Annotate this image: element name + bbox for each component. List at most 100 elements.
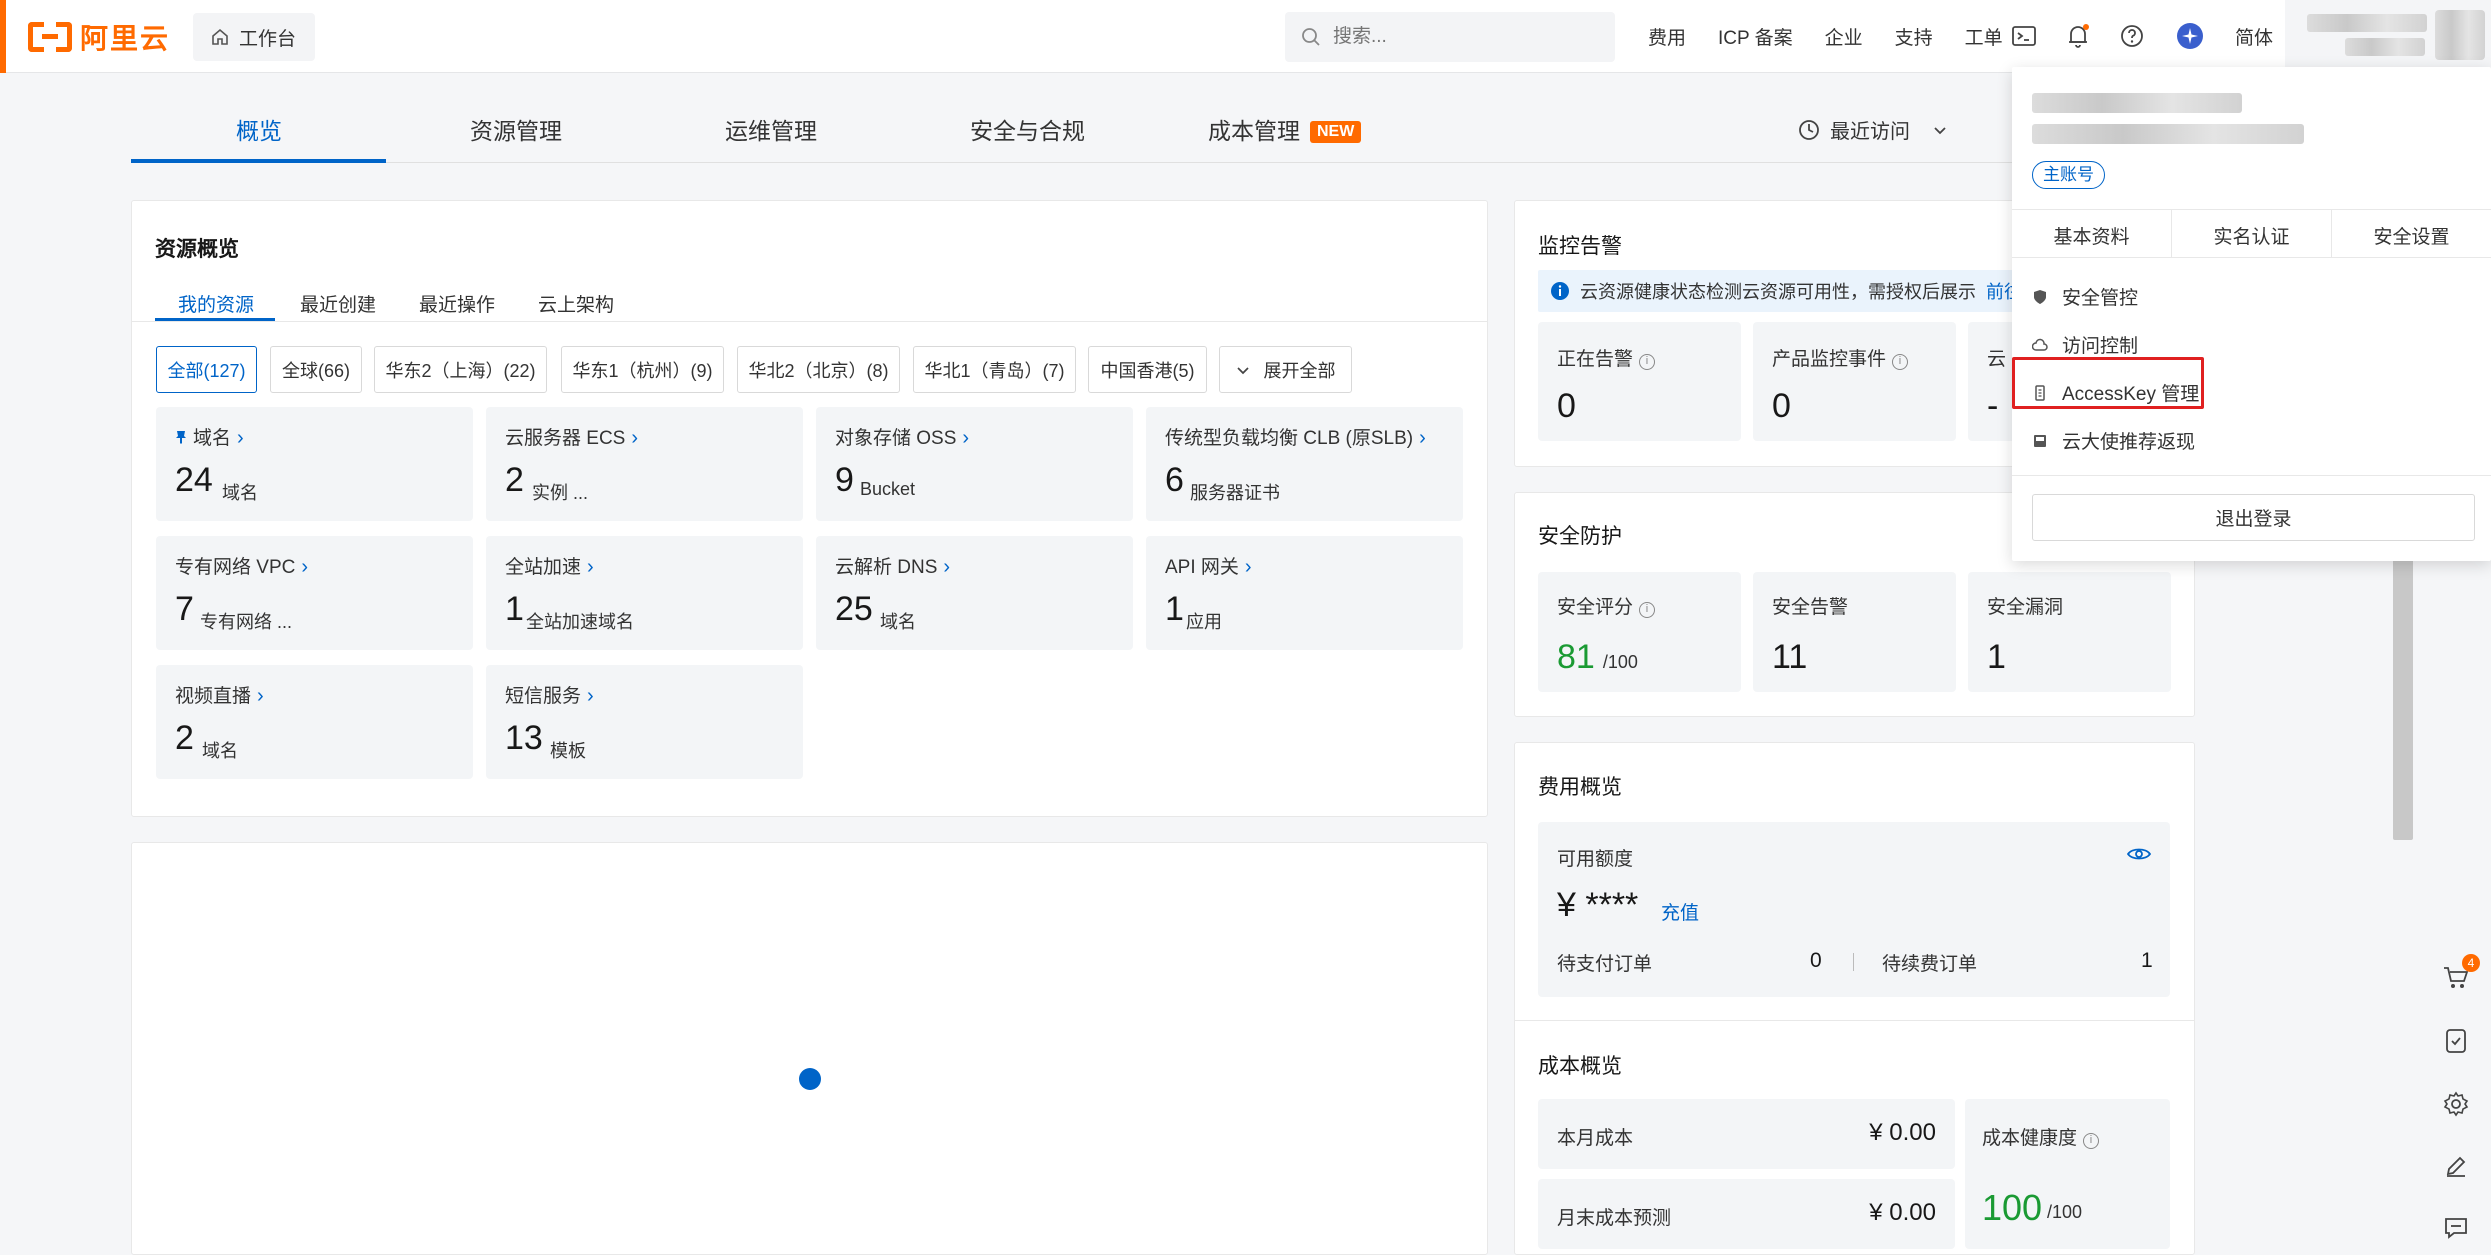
language-switch[interactable]: 简体 [2235,23,2273,50]
metric-active-alarms[interactable]: 正在告警 i 0 [1538,322,1741,441]
resource-tile-live[interactable]: 视频直播 › 2 域名 [156,665,473,779]
metric-value: - [1987,387,1999,425]
link-ticket[interactable]: 工单 [1965,23,2003,50]
info-icon: i [1892,354,1909,370]
notice-text: 云资源健康状态检测云资源可用性，需授权后展示 [1580,282,1976,302]
vuln-label: 安全漏洞 [1987,597,2064,618]
subtab-recent-created[interactable]: 最近创建 [300,290,376,317]
tab-overview[interactable]: 概览 [236,112,282,146]
pending-pay-count: 0 [1810,949,1822,972]
active-tab-indicator [131,159,386,163]
tile-label: 传统型负载均衡 CLB (原SLB) [1165,428,1414,449]
menu-item-access-control[interactable]: 访问控制 [2032,331,2138,358]
tile-label: 短信服务 [505,686,582,707]
region-filter-hongkong[interactable]: 中国香港(5) [1088,346,1207,393]
aliyun-logo-icon [28,22,72,52]
tab-resource-management[interactable]: 资源管理 [470,112,562,146]
metric-product-events[interactable]: 产品监控事件 i 0 [1753,322,1956,441]
link-billing[interactable]: 费用 [1648,23,1686,50]
expand-all-label: 展开全部 [1263,360,1336,381]
tile-label: API 网关 [1165,557,1239,578]
resource-tile-dcdn[interactable]: 全站加速 › 1 全站加速域名 [486,536,803,650]
security-vuln-tile[interactable]: 安全漏洞 1 [1968,572,2171,692]
page-scrollbar[interactable] [2393,550,2413,840]
cost-health-max: /100 [2047,1202,2083,1222]
terminal-icon[interactable] [2010,22,2038,50]
settings-gear-icon[interactable] [2440,1088,2472,1120]
user-account-area[interactable] [2285,0,2491,73]
info-icon [1551,282,1569,300]
dropdown-divider [2012,475,2491,476]
score-max: /100 [1602,652,1638,672]
security-alerts-tile[interactable]: 安全告警 11 [1753,572,1956,692]
forecast-cost-tile[interactable]: 月末成本预测 ¥ 0.00 [1538,1179,1955,1249]
recharge-link[interactable]: 充值 [1661,898,1699,925]
eye-icon[interactable] [2127,846,2151,862]
tile-unit: 实例 ... [532,483,589,503]
pin-icon [176,431,186,444]
menu-item-security-control[interactable]: 安全管控 [2032,283,2138,310]
subtab-my-resources[interactable]: 我的资源 [178,290,254,317]
logout-button[interactable]: 退出登录 [2032,494,2475,541]
month-cost-label: 本月成本 [1557,1128,1634,1149]
subtab-recent-operations[interactable]: 最近操作 [419,290,495,317]
subtab-cloud-architecture[interactable]: 云上架构 [538,290,614,317]
month-cost-value: ¥ 0.00 [1869,1119,1936,1146]
region-filter-global[interactable]: 全球(66) [270,346,362,393]
region-filter-all[interactable]: 全部(127) [156,346,257,393]
recent-visit-dropdown[interactable]: 最近访问 [1798,115,1948,144]
region-filter-hangzhou[interactable]: 华东1（杭州）(9) [561,346,724,393]
resource-tile-sms[interactable]: 短信服务 › 13 模板 [486,665,803,779]
resource-tile-oss[interactable]: 对象存储 OSS › 9 Bucket [816,407,1133,521]
pending-pay-label[interactable]: 待支付订单 [1557,949,1652,976]
aliyun-logo[interactable]: 阿里云 [28,18,170,56]
notification-bell-icon[interactable] [2064,22,2092,50]
help-icon[interactable] [2118,22,2146,50]
app-icon[interactable] [2440,1025,2472,1057]
feedback-icon[interactable] [2440,1212,2472,1244]
resource-tile-api-gateway[interactable]: API 网关 › 1 应用 [1146,536,1463,650]
menu-item-referral[interactable]: 云大使推荐返现 [2032,427,2195,454]
account-dropdown-menu: 主账号 基本资料 实名认证 安全设置 安全管控 访问控制 AccessKey 管… [2012,67,2491,561]
cost-health-label: 成本健康度 i [1982,1123,2100,1150]
dropdown-tab-realname[interactable]: 实名认证 [2172,213,2331,257]
edit-icon[interactable] [2440,1150,2472,1182]
cart-icon[interactable]: 4 [2440,954,2480,994]
region-filter-beijing[interactable]: 华北2（北京）(8) [737,346,900,393]
available-value: ¥ **** [1557,886,1639,924]
chevron-right-icon: › [301,556,309,578]
pending-renew-label[interactable]: 待续费订单 [1882,949,1977,976]
tab-security-compliance[interactable]: 安全与合规 [970,112,1085,146]
region-filter-qingdao[interactable]: 华北1（青岛）(7) [913,346,1076,393]
link-support[interactable]: 支持 [1895,23,1933,50]
resource-tile-vpc[interactable]: 专有网络 VPC › 7 专有网络 ... [156,536,473,650]
billing-title: 费用概览 [1538,776,1622,799]
accesskey-highlight-box [2012,357,2204,409]
cost-health-tile[interactable]: 成本健康度 i 100 /100 [1965,1099,2170,1249]
tab-cost-management[interactable]: 成本管理 NEW [1208,112,1362,146]
security-score-tile[interactable]: 安全评分 i 81/100 [1538,572,1741,692]
search-box[interactable] [1285,12,1615,62]
link-icp[interactable]: ICP 备案 [1718,23,1793,50]
expand-all-button[interactable]: 展开全部 [1219,346,1352,393]
chevron-right-icon: › [631,427,639,449]
redacted-account-id [2032,124,2304,144]
search-input[interactable] [1333,26,1593,48]
tile-label: 云服务器 ECS [505,428,626,449]
tab-operations[interactable]: 运维管理 [725,112,817,146]
tab-cost-label: 成本管理 [1208,118,1300,144]
month-cost-tile[interactable]: 本月成本 ¥ 0.00 [1538,1099,1955,1169]
resource-tile-ecs[interactable]: 云服务器 ECS › 2 实例 ... [486,407,803,521]
tile-value: 7 [175,590,194,628]
workbench-button[interactable]: 工作台 [193,13,315,61]
info-icon: i [1639,602,1656,618]
chevron-right-icon: › [587,685,594,707]
dropdown-tab-security[interactable]: 安全设置 [2332,213,2491,257]
resource-tile-dns[interactable]: 云解析 DNS › 25 域名 [816,536,1133,650]
dropdown-tab-profile[interactable]: 基本资料 [2012,213,2171,257]
resource-tile-domain[interactable]: 域名 › 24 域名 [156,407,473,521]
link-enterprise[interactable]: 企业 [1825,23,1863,50]
ai-assistant-icon[interactable] [2176,22,2204,50]
resource-tile-clb[interactable]: 传统型负载均衡 CLB (原SLB) › 6 服务器证书 [1146,407,1463,521]
region-filter-shanghai[interactable]: 华东2（上海）(22) [374,346,547,393]
